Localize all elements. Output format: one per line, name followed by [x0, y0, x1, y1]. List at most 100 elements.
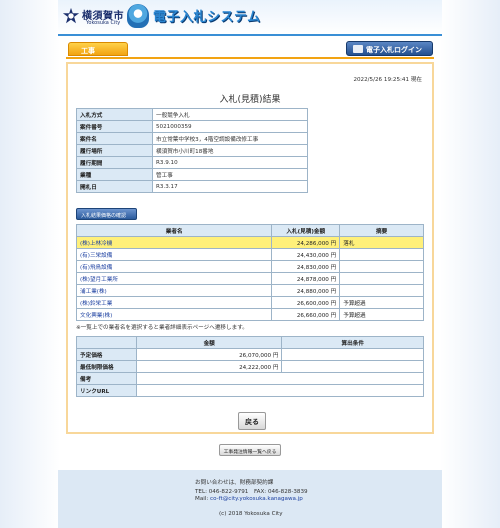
company-link[interactable]: (有)飛鳥設備: [75, 260, 273, 273]
table-row: 最低制限価格 24,222,000 円: [76, 360, 424, 373]
bid-note: 予算超過: [339, 308, 424, 321]
table-row: (有)飛鳥設備 24,830,000 円: [75, 260, 424, 273]
info-key: 入札方式: [76, 108, 153, 121]
footer-contact: お問い合わせは、財務部契約課: [195, 480, 274, 486]
bid-amount: 26,660,000 円: [271, 308, 341, 321]
table-footnote: ※一覧上での業者名を選択すると業者詳細表示ページへ遷移します。: [76, 325, 248, 331]
info-key: 履行場所: [76, 144, 153, 157]
price-header-row: 金額 算出条件: [76, 336, 424, 349]
info-key: 案件名: [76, 132, 153, 145]
footer-mail-label: Mail:: [195, 496, 211, 502]
system-title: 電子入札システム: [153, 10, 261, 25]
system-mascot-icon: [127, 4, 149, 28]
table-row: 備考: [76, 372, 425, 385]
info-row: 開札日 R3.3.17: [76, 180, 308, 193]
footer-phone: TEL: 046-822-9791 FAX: 046-828-3839: [195, 489, 308, 495]
col-header-note: 摘要: [339, 224, 424, 237]
bid-amount: 24,430,000 円: [271, 248, 341, 261]
footer-copyright: (c) 2018 Yokosuka City: [219, 511, 283, 517]
col-header-amount: 入札(見積)金額: [271, 224, 341, 237]
remarks-value: [135, 372, 425, 385]
info-value: 一般競争入札: [152, 108, 308, 121]
price-amount: 24,222,000 円: [135, 360, 283, 373]
bid-amount: 24,878,000 円: [271, 272, 341, 285]
info-row: 案件名 市立常葉中学校3，4階空調設備改修工事: [76, 132, 308, 145]
company-link[interactable]: (株)鈴栄工業: [75, 296, 273, 309]
bid-results-table: 業者名 入札(見積)金額 摘要 (株)上林冷機 24,286,000 円 落札 …: [75, 224, 424, 321]
price-table: 金額 算出条件 予定価格 26,070,000 円 最低制限価格 24,222,…: [76, 336, 425, 397]
footer-mail: Mail: co-ft@city.yokosuka.kanagawa.jp: [195, 496, 303, 502]
back-button[interactable]: 戻る: [238, 412, 266, 430]
price-key: リンクURL: [76, 384, 137, 397]
bid-note: [339, 260, 424, 273]
info-value: R3.9.10: [152, 156, 308, 169]
timestamp: 2022/5/26 19:25:41 現在: [353, 77, 422, 83]
price-key: 備考: [76, 372, 137, 385]
bid-amount: 24,286,000 円: [271, 236, 341, 249]
price-condition: [281, 348, 424, 361]
tab-construction[interactable]: 工事: [68, 42, 128, 56]
footer: お問い合わせは、財務部契約課 TEL: 046-822-9791 FAX: 04…: [58, 470, 442, 528]
company-link[interactable]: 文化興業(株): [75, 308, 273, 321]
bid-amount: 24,880,000 円: [271, 284, 341, 297]
link-url-value: [135, 384, 425, 397]
back-to-list-button[interactable]: 工事発注情報一覧へ戻る: [219, 444, 281, 456]
table-row: (株)鈴栄工業 26,600,000 円 予算超過: [75, 296, 424, 309]
info-key: 開札日: [76, 180, 153, 193]
table-row: 文化興業(株) 26,660,000 円 予算超過: [75, 308, 424, 321]
info-value: 市立常葉中学校3，4階空調設備改修工事: [152, 132, 308, 145]
bid-amount: 26,600,000 円: [271, 296, 341, 309]
info-value: R3.3.17: [152, 180, 308, 193]
company-link[interactable]: (株)上林冷機: [75, 236, 273, 249]
info-row: 履行場所 横須賀市小川町18番地: [76, 144, 308, 157]
info-value: 横須賀市小川町18番地: [152, 144, 308, 157]
price-key: 最低制限価格: [76, 360, 137, 373]
price-col-header-condition: 算出条件: [281, 336, 424, 349]
company-link[interactable]: (株)望月工業所: [75, 272, 273, 285]
confirm-price-button[interactable]: 入札結果価格の確認: [76, 208, 137, 220]
price-key: 予定価格: [76, 348, 137, 361]
info-row: 履行期間 R3.9.10: [76, 156, 308, 169]
bid-amount: 24,830,000 円: [271, 260, 341, 273]
info-key: 業種: [76, 168, 153, 181]
company-link[interactable]: 浦工業(株): [75, 284, 273, 297]
bid-note: [339, 284, 424, 297]
info-row: 業種 管工事: [76, 168, 308, 181]
header-divider: [58, 34, 442, 36]
price-amount: 26,070,000 円: [135, 348, 283, 361]
table-row: (株)上林冷機 24,286,000 円 落札: [75, 236, 424, 249]
login-arrow-icon: [353, 45, 363, 53]
bid-note: 落札: [339, 236, 424, 249]
bid-info-table: 入札方式 一般競争入札 案件番号 5021000359 案件名 市立常葉中学校3，4階…: [76, 108, 308, 193]
price-col-header-amount: 金額: [135, 336, 283, 349]
table-row: (有)三栄設備 24,430,000 円: [75, 248, 424, 261]
bid-note: 予算超過: [339, 296, 424, 309]
page-title: 入札(見積)結果: [219, 95, 281, 105]
login-button[interactable]: 電子入札ログイン: [346, 41, 433, 56]
company-link[interactable]: (有)三栄設備: [75, 248, 273, 261]
info-row: 入札方式 一般競争入札: [76, 108, 308, 121]
info-key: 履行期間: [76, 156, 153, 169]
info-row: 案件番号 5021000359: [76, 120, 308, 133]
info-value: 管工事: [152, 168, 308, 181]
col-header-company: 業者名: [75, 224, 273, 237]
city-subtitle: Yokosuka City: [86, 20, 121, 26]
city-emblem-icon: [62, 7, 80, 24]
table-row: リンクURL: [76, 384, 425, 397]
results-header-row: 業者名 入札(見積)金額 摘要: [75, 224, 424, 237]
login-button-label: 電子入札ログイン: [366, 46, 422, 54]
footer-mail-link[interactable]: co-ft@city.yokosuka.kanagawa.jp: [210, 496, 303, 502]
bid-note: [339, 248, 424, 261]
right-side-gradient: [440, 0, 500, 528]
table-row: 予定価格 26,070,000 円: [76, 348, 424, 361]
price-condition: [281, 360, 424, 373]
price-col-header-blank: [76, 336, 137, 349]
table-row: (株)望月工業所 24,878,000 円: [75, 272, 424, 285]
page: 横須賀市 Yokosuka City 電子入札システム 工事 電子入札ログイン …: [0, 0, 500, 528]
table-row: 浦工業(株) 24,880,000 円: [75, 284, 424, 297]
bid-note: [339, 272, 424, 285]
info-key: 案件番号: [76, 120, 153, 133]
result-panel: 2022/5/26 19:25:41 現在 入札(見積)結果 入札方式 一般競争入…: [66, 62, 434, 434]
info-value: 5021000359: [152, 120, 308, 133]
left-side-gradient: [0, 0, 60, 528]
